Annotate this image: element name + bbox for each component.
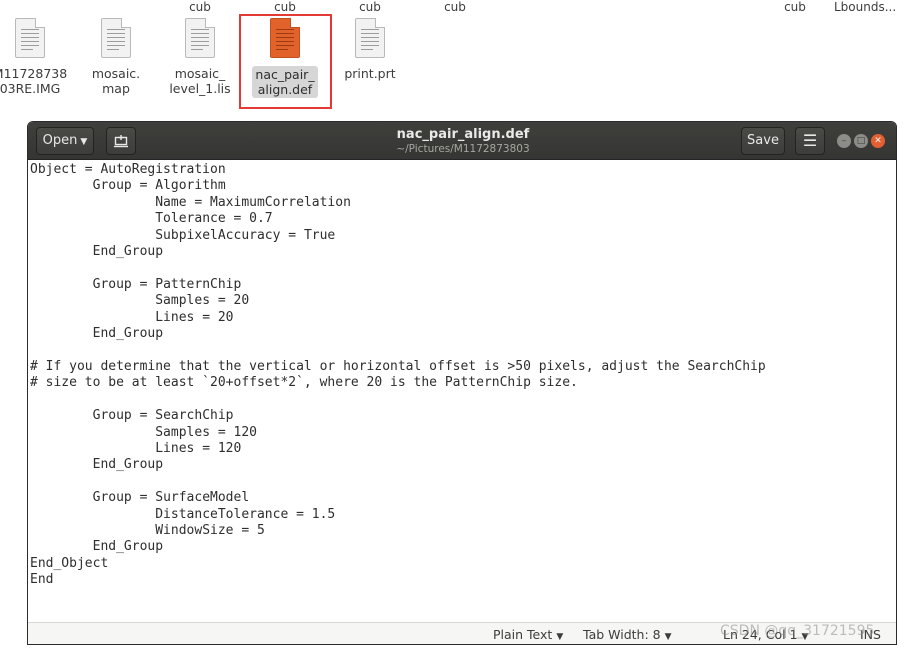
new-document-button[interactable]	[106, 127, 136, 155]
maximize-icon[interactable]: □	[854, 134, 868, 148]
watermark: CSDN @qq_31721595	[720, 623, 875, 639]
save-button[interactable]: Save	[741, 127, 785, 155]
editor-content[interactable]: Object = AutoRegistration Group = Algori…	[28, 160, 896, 589]
window-title: nac_pair_align.def	[396, 127, 530, 142]
file-item-print[interactable]: print.prt	[328, 18, 412, 81]
file-name: mosaic. map	[91, 66, 141, 96]
file-name: print.prt	[344, 66, 396, 81]
hamburger-menu-icon[interactable]: ☰	[795, 127, 825, 155]
chevron-down-icon: ▼	[664, 632, 672, 642]
file-label[interactable]: Lbounds...	[834, 0, 904, 14]
open-button[interactable]: Open ▼	[36, 127, 94, 155]
text-document-icon	[185, 18, 215, 58]
tab-width-label: Tab Width: 8	[583, 627, 661, 642]
file-name: mosaic_ level_1.lis	[169, 66, 231, 96]
chevron-down-icon: ▼	[556, 632, 564, 642]
file-item-mosaic-map[interactable]: mosaic. map	[74, 18, 158, 96]
text-editor-window: Open ▼ nac_pair_align.def ~/Pictures/M117…	[27, 121, 897, 645]
file-label[interactable]: cub	[755, 0, 835, 14]
close-icon[interactable]: ✕	[871, 134, 885, 148]
text-editor-area[interactable]: Object = AutoRegistration Group = Algori…	[28, 160, 896, 622]
new-tab-icon	[114, 135, 128, 148]
file-label[interactable]: cub	[245, 0, 325, 14]
file-item-img[interactable]: M11728738 03RE.IMG	[0, 18, 72, 96]
window-title-block: nac_pair_align.def ~/Pictures/M117287380…	[328, 127, 598, 156]
open-label: Open	[42, 133, 78, 148]
language-label: Plain Text	[493, 627, 553, 642]
chevron-down-icon: ▼	[80, 137, 88, 147]
window-subtitle: ~/Pictures/M1172873803	[396, 143, 530, 155]
tab-width-selector[interactable]: Tab Width: 8 ▼	[583, 623, 672, 644]
file-label[interactable]: cub	[330, 0, 410, 14]
language-selector[interactable]: Plain Text ▼	[493, 623, 564, 644]
file-item-mosaic-level[interactable]: mosaic_ level_1.lis	[158, 18, 242, 96]
text-document-icon	[15, 18, 45, 58]
minimize-icon[interactable]: –	[837, 134, 851, 148]
file-label[interactable]: cub	[160, 0, 240, 14]
text-document-icon	[355, 18, 385, 58]
highlight-box	[239, 14, 332, 109]
header-bar: Open ▼ nac_pair_align.def ~/Pictures/M117…	[28, 122, 896, 160]
file-name: M11728738 03RE.IMG	[0, 66, 68, 96]
file-manager-view: cub cub cub cub cub Lbounds... M11728738…	[0, 0, 904, 118]
file-label[interactable]: cub	[415, 0, 495, 14]
text-document-icon	[101, 18, 131, 58]
